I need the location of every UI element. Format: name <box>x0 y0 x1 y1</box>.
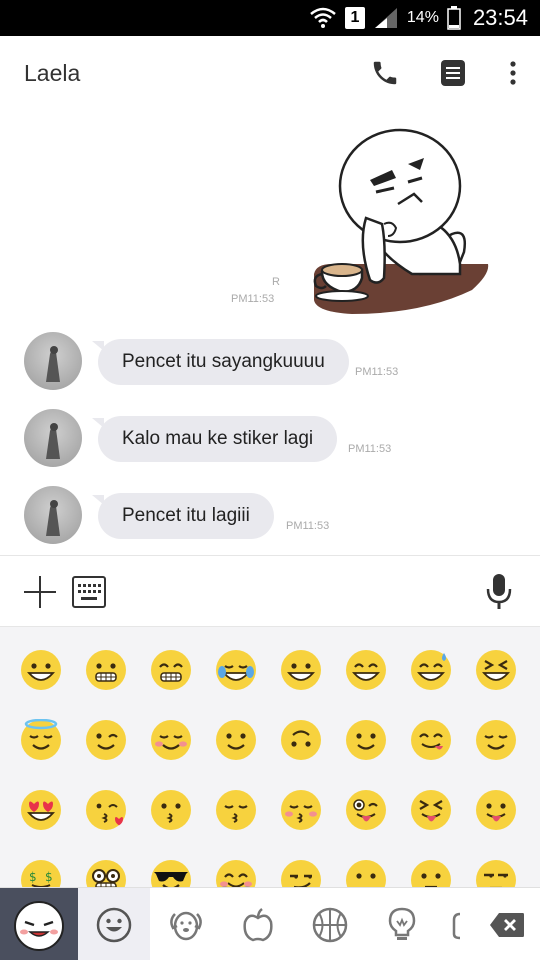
unamused-face-emoji[interactable] <box>475 859 517 887</box>
backspace-button[interactable] <box>474 888 540 960</box>
money-mouth-face-emoji[interactable]: $ $ <box>20 859 62 887</box>
winking-face-emoji[interactable] <box>85 719 127 761</box>
message-time: PM11:53 <box>286 520 330 532</box>
message-text: Kalo mau ke stiker lagi <box>122 428 314 449</box>
message-row: Pencet itu sayangkuuuu PM11:53 <box>0 332 540 392</box>
recent-sticker-icon <box>14 900 64 951</box>
chat-area[interactable]: R PM11:53 Pencet itu sayangkuuuu PM11:53… <box>0 112 540 555</box>
more-vert-icon[interactable] <box>496 56 530 90</box>
backspace-icon <box>490 912 524 937</box>
winking-tongue-face-emoji[interactable] <box>345 789 387 831</box>
plus-icon[interactable] <box>22 574 58 610</box>
message-time: PM11:53 <box>355 366 399 378</box>
emoji-panel[interactable]: $ $ <box>0 627 540 887</box>
avatar[interactable] <box>24 409 82 467</box>
blushing-face-emoji[interactable] <box>150 719 192 761</box>
message-text: Pencet itu sayangkuuuu <box>122 351 325 372</box>
message-text: Pencet itu lagiii <box>122 505 250 526</box>
slight-smile-face-emoji[interactable] <box>215 719 257 761</box>
grimacing-face-emoji[interactable] <box>85 649 127 691</box>
halo-face-emoji[interactable] <box>20 719 62 761</box>
avatar[interactable] <box>24 332 82 390</box>
heart-eyes-face-emoji[interactable] <box>20 789 62 831</box>
message-time: PM11:53 <box>348 443 392 455</box>
status-icons: 1 14% 23:54 <box>309 0 528 36</box>
sunglasses-face-emoji[interactable] <box>150 859 192 887</box>
tab-smileys[interactable] <box>78 888 150 960</box>
sim-indicator: 1 <box>344 7 365 29</box>
battery-percent: 14% <box>406 9 439 26</box>
smiley-face-emoji[interactable] <box>345 719 387 761</box>
read-mark: R <box>272 276 280 288</box>
neutral-face-emoji[interactable] <box>410 859 452 887</box>
microphone-icon[interactable] <box>481 573 517 609</box>
symbols-icon <box>452 912 461 939</box>
input-bar <box>0 555 540 627</box>
kissing-face-emoji[interactable] <box>150 789 192 831</box>
kissing-smiling-eyes-face-emoji[interactable] <box>280 789 322 831</box>
beaming-face-emoji[interactable] <box>150 649 192 691</box>
upside-down-face-emoji[interactable] <box>280 719 322 761</box>
sticker-tab-bar <box>0 887 540 960</box>
notes-icon[interactable] <box>436 56 470 90</box>
no-mouth-face-emoji[interactable] <box>345 859 387 887</box>
grinning-face-emoji[interactable] <box>20 649 62 691</box>
smiling-face-emoji[interactable] <box>280 649 322 691</box>
message-bubble[interactable]: Kalo mau ke stiker lagi <box>91 416 338 462</box>
kissing-closed-eyes-face-emoji[interactable] <box>215 789 257 831</box>
signal-icon <box>374 8 397 28</box>
nerd-face-emoji[interactable] <box>85 859 127 887</box>
hugging-face-emoji[interactable] <box>215 859 257 887</box>
battery-icon <box>447 6 461 30</box>
sweat-smile-face-emoji[interactable] <box>410 649 452 691</box>
tab-recent-sticker[interactable] <box>0 888 78 960</box>
grinning-smiling-eyes-face-emoji[interactable] <box>345 649 387 691</box>
tab-activity[interactable] <box>294 888 366 960</box>
message-bubble[interactable]: Pencet itu sayangkuuuu <box>92 339 349 385</box>
tab-objects[interactable] <box>366 888 438 960</box>
sticker-image[interactable] <box>312 124 490 318</box>
tab-symbols[interactable] <box>438 888 474 960</box>
message-row: Kalo mau ke stiker lagi PM11:53 <box>0 409 540 469</box>
tongue-out-face-emoji[interactable] <box>475 789 517 831</box>
squinting-laugh-face-emoji[interactable] <box>475 649 517 691</box>
message-bubble[interactable]: Pencet itu lagiii <box>92 493 274 539</box>
status-bar: 1 14% 23:54 <box>0 0 540 36</box>
dog-icon <box>170 911 202 940</box>
clock: 23:54 <box>472 5 528 30</box>
avatar[interactable] <box>24 486 82 544</box>
yum-face-emoji[interactable] <box>410 719 452 761</box>
keyboard-icon[interactable] <box>71 574 107 610</box>
smileys-icon <box>96 907 132 942</box>
chat-header: Laela <box>0 36 540 112</box>
kissing-heart-face-emoji[interactable] <box>85 789 127 831</box>
tab-food[interactable] <box>222 888 294 960</box>
phone-icon[interactable] <box>368 56 402 90</box>
tab-animals[interactable] <box>150 888 222 960</box>
relieved-face-emoji[interactable] <box>475 719 517 761</box>
tears-of-joy-face-emoji[interactable] <box>215 649 257 691</box>
lightbulb-icon <box>388 907 416 940</box>
wifi-icon <box>310 7 336 28</box>
contact-name[interactable]: Laela <box>24 60 80 87</box>
svg-text:$: $ <box>45 870 53 884</box>
smirking-face-emoji[interactable] <box>280 859 322 887</box>
squinting-tongue-face-emoji[interactable] <box>410 789 452 831</box>
sent-time: PM11:53 <box>231 293 275 305</box>
message-row: Pencet itu lagiii PM11:53 <box>0 486 540 546</box>
apple-icon <box>243 907 273 941</box>
basketball-icon <box>312 907 348 942</box>
svg-text:$: $ <box>29 870 37 884</box>
